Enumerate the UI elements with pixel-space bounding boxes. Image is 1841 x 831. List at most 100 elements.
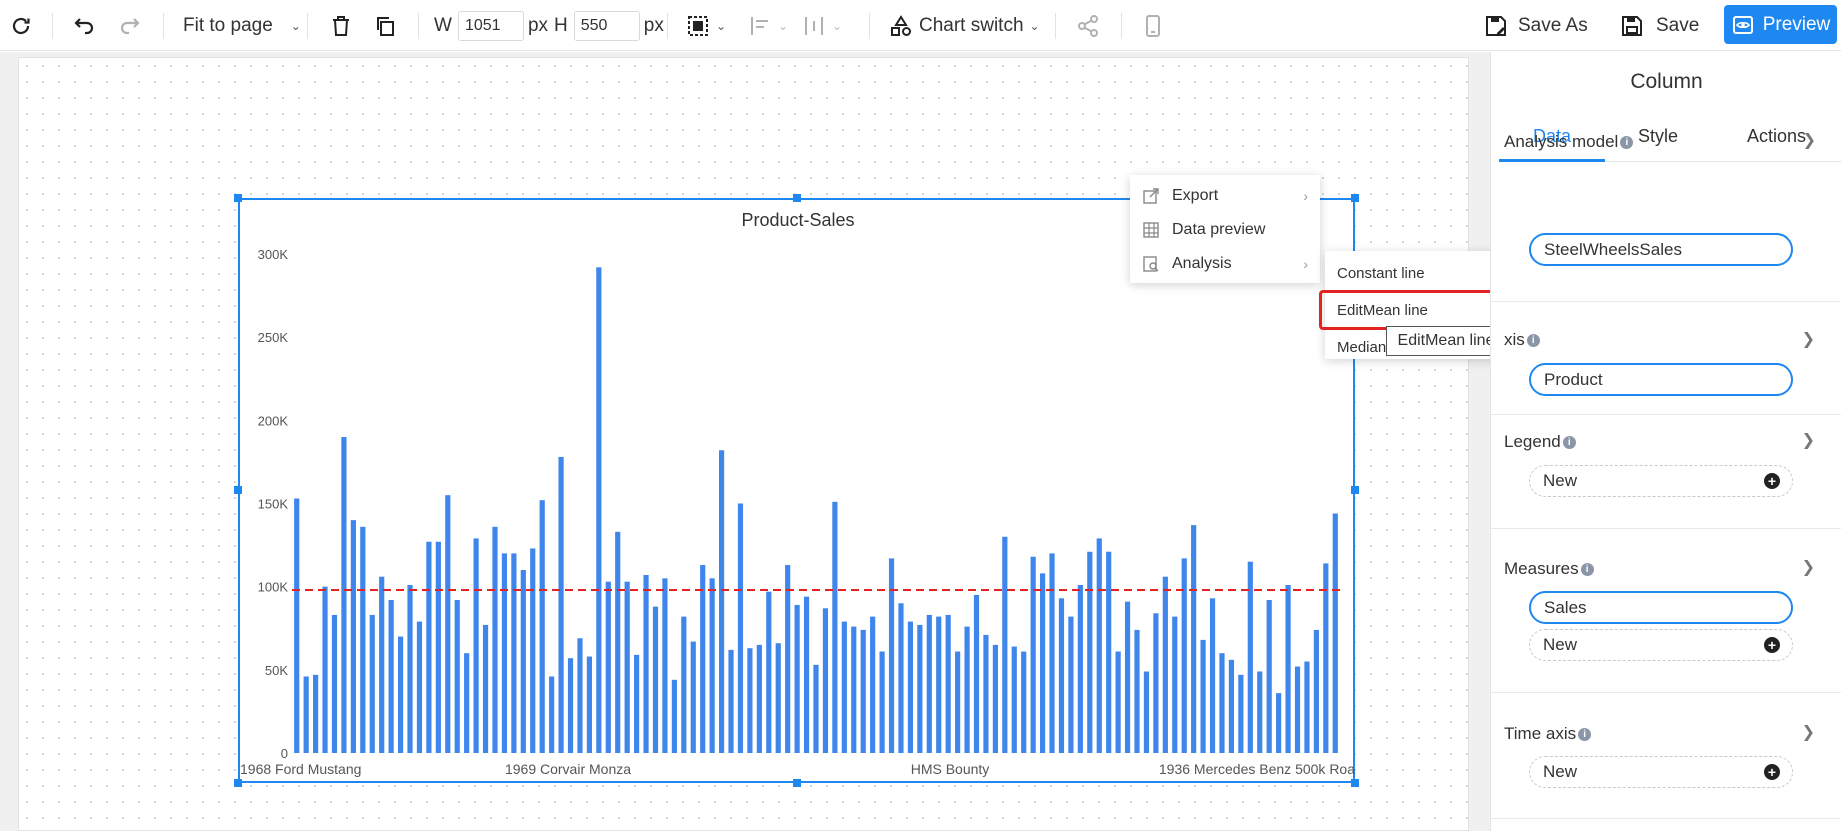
undo-button[interactable] xyxy=(72,0,96,51)
bar[interactable] xyxy=(813,664,819,753)
bar[interactable] xyxy=(1134,629,1140,753)
bar[interactable] xyxy=(917,624,923,753)
bar[interactable] xyxy=(416,621,423,753)
bar[interactable] xyxy=(926,614,932,753)
bar[interactable] xyxy=(445,495,451,753)
bar[interactable] xyxy=(379,576,385,753)
chevron-right-icon[interactable]: ❯ xyxy=(1802,557,1815,577)
bar[interactable] xyxy=(785,565,791,753)
bar[interactable] xyxy=(313,674,319,753)
bar[interactable] xyxy=(549,676,555,753)
bar[interactable] xyxy=(511,553,517,753)
resize-handle[interactable] xyxy=(1351,779,1359,787)
resize-handle[interactable] xyxy=(234,779,242,787)
bar[interactable] xyxy=(1115,651,1121,753)
share-button[interactable] xyxy=(1076,0,1100,51)
copy-button[interactable] xyxy=(373,0,397,51)
bar[interactable] xyxy=(794,604,800,753)
bar[interactable] xyxy=(454,599,460,753)
bar[interactable] xyxy=(709,578,715,753)
bar[interactable] xyxy=(756,644,762,753)
chevron-right-icon[interactable]: ❯ xyxy=(1802,722,1815,742)
bar[interactable] xyxy=(1106,551,1112,753)
bar[interactable] xyxy=(615,531,621,753)
bar[interactable] xyxy=(1143,671,1150,754)
bar[interactable] xyxy=(1096,538,1102,753)
bar[interactable] xyxy=(841,621,847,753)
bar[interactable] xyxy=(1021,651,1027,753)
bar[interactable] xyxy=(596,267,602,753)
bar[interactable] xyxy=(634,654,640,753)
save-as-button[interactable]: Save As xyxy=(1484,0,1588,51)
bar[interactable] xyxy=(586,656,592,753)
bar[interactable] xyxy=(539,500,545,753)
menu-item-export[interactable]: Export › xyxy=(1130,179,1320,213)
bar[interactable] xyxy=(803,596,810,753)
bar[interactable] xyxy=(1294,666,1301,753)
bar[interactable] xyxy=(1276,693,1282,753)
measures-new-button[interactable]: New + xyxy=(1529,629,1793,661)
save-button[interactable]: Save xyxy=(1620,0,1699,51)
preview-button[interactable]: Preview xyxy=(1724,5,1837,44)
bar[interactable] xyxy=(341,436,347,753)
bar[interactable] xyxy=(624,581,630,753)
resize-handle[interactable] xyxy=(234,194,242,202)
bar[interactable] xyxy=(700,565,706,753)
bar[interactable] xyxy=(1172,616,1178,753)
legend-new-button[interactable]: New + xyxy=(1529,465,1793,497)
bar[interactable] xyxy=(1077,585,1083,753)
chart-component[interactable]: Product-Sales 0 50K 100K 150K 200K 250K 300K 1… xyxy=(238,198,1355,783)
bar[interactable] xyxy=(1030,556,1036,753)
bar[interactable] xyxy=(992,644,998,753)
bar[interactable] xyxy=(898,603,904,753)
bar[interactable] xyxy=(1209,598,1216,753)
bar[interactable] xyxy=(1153,613,1159,753)
bar[interactable] xyxy=(1228,659,1235,753)
bar[interactable] xyxy=(482,624,489,753)
measures-field[interactable]: Sales xyxy=(1529,591,1793,624)
time-axis-new-button[interactable]: New + xyxy=(1529,756,1793,788)
bar[interactable] xyxy=(369,614,375,753)
bar[interactable] xyxy=(530,548,536,753)
resize-handle[interactable] xyxy=(793,779,801,787)
bar[interactable] xyxy=(605,581,611,753)
menu-item-analysis[interactable]: Analysis › xyxy=(1130,247,1320,281)
refresh-button[interactable] xyxy=(9,0,33,51)
bar[interactable] xyxy=(1266,599,1272,753)
bar[interactable] xyxy=(860,629,866,753)
bar[interactable] xyxy=(1219,653,1225,753)
bar[interactable] xyxy=(360,526,366,753)
bar[interactable] xyxy=(851,626,857,753)
resize-handle[interactable] xyxy=(793,194,801,202)
bar[interactable] xyxy=(294,498,300,753)
bar[interactable] xyxy=(1124,601,1131,753)
bar[interactable] xyxy=(1191,525,1197,753)
bar[interactable] xyxy=(681,616,687,753)
bar[interactable] xyxy=(936,616,942,753)
bar[interactable] xyxy=(652,606,659,753)
bar[interactable] xyxy=(643,575,649,753)
chevron-right-icon[interactable]: ❯ xyxy=(1803,130,1816,150)
bar[interactable] xyxy=(747,648,753,753)
bar[interactable] xyxy=(577,638,583,753)
bar[interactable] xyxy=(520,570,526,753)
width-input[interactable] xyxy=(457,10,524,41)
height-input[interactable] xyxy=(573,10,640,41)
bar[interactable] xyxy=(973,594,980,753)
distribute-button[interactable]: ⌄ xyxy=(802,0,842,51)
bar[interactable] xyxy=(728,649,734,753)
bar[interactable] xyxy=(1323,563,1329,753)
bar[interactable] xyxy=(775,643,781,753)
analysis-model-field[interactable]: SteelWheelsSales xyxy=(1529,233,1793,266)
bar[interactable] xyxy=(879,651,885,753)
bar[interactable] xyxy=(1304,661,1310,753)
bar[interactable] xyxy=(870,616,876,753)
bar[interactable] xyxy=(303,676,309,753)
bar[interactable] xyxy=(1068,616,1074,753)
bar[interactable] xyxy=(983,634,989,753)
bar[interactable] xyxy=(964,626,970,753)
bar[interactable] xyxy=(945,614,951,753)
bar[interactable] xyxy=(1040,573,1046,753)
bar[interactable] xyxy=(662,578,668,753)
delete-button[interactable] xyxy=(329,0,353,51)
